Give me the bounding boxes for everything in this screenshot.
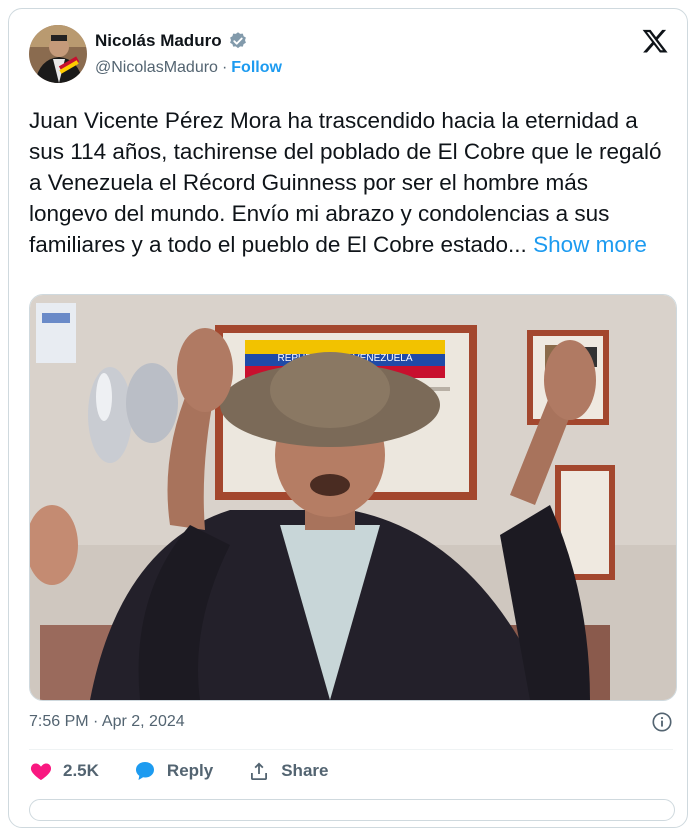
heart-icon	[30, 763, 52, 780]
timestamp-row: 7:56 PM · Apr 2, 2024	[29, 711, 673, 733]
like-button[interactable]: 2.5K	[29, 759, 99, 783]
share-icon	[251, 762, 268, 780]
tweet-text: Juan Vicente Pérez Mora ha trascendido h…	[29, 105, 669, 260]
share-label: Share	[281, 761, 329, 780]
divider	[29, 749, 673, 750]
read-replies-bar[interactable]	[29, 799, 675, 821]
tweet-timestamp[interactable]: 7:56 PM · Apr 2, 2024	[29, 713, 185, 731]
action-bar: 2.5K Reply Share	[29, 759, 328, 783]
info-icon[interactable]	[651, 711, 673, 733]
tweet-card: Nicolás Maduro @NicolasMaduro · Follow J…	[8, 8, 688, 828]
handle-row: @NicolasMaduro · Follow	[95, 59, 282, 77]
tweet-photo[interactable]: REPUBLICA DE VENEZUELA	[29, 294, 677, 701]
reply-bubble-icon	[135, 762, 154, 780]
verified-badge-icon	[229, 32, 246, 49]
handle-separator: ·	[221, 59, 228, 76]
like-count: 2.5K	[63, 761, 99, 780]
author-handle[interactable]: @NicolasMaduro	[95, 59, 218, 77]
share-button[interactable]: Share	[247, 759, 328, 783]
avatar[interactable]	[29, 25, 87, 83]
author-name[interactable]: Nicolás Maduro	[95, 31, 222, 51]
reply-label: Reply	[166, 761, 214, 780]
show-more-link[interactable]: Show more	[533, 232, 647, 257]
follow-button[interactable]: Follow	[231, 59, 282, 77]
x-logo-icon[interactable]	[641, 27, 669, 55]
author-row: Nicolás Maduro	[95, 31, 248, 51]
reply-button[interactable]: Reply	[133, 759, 213, 783]
